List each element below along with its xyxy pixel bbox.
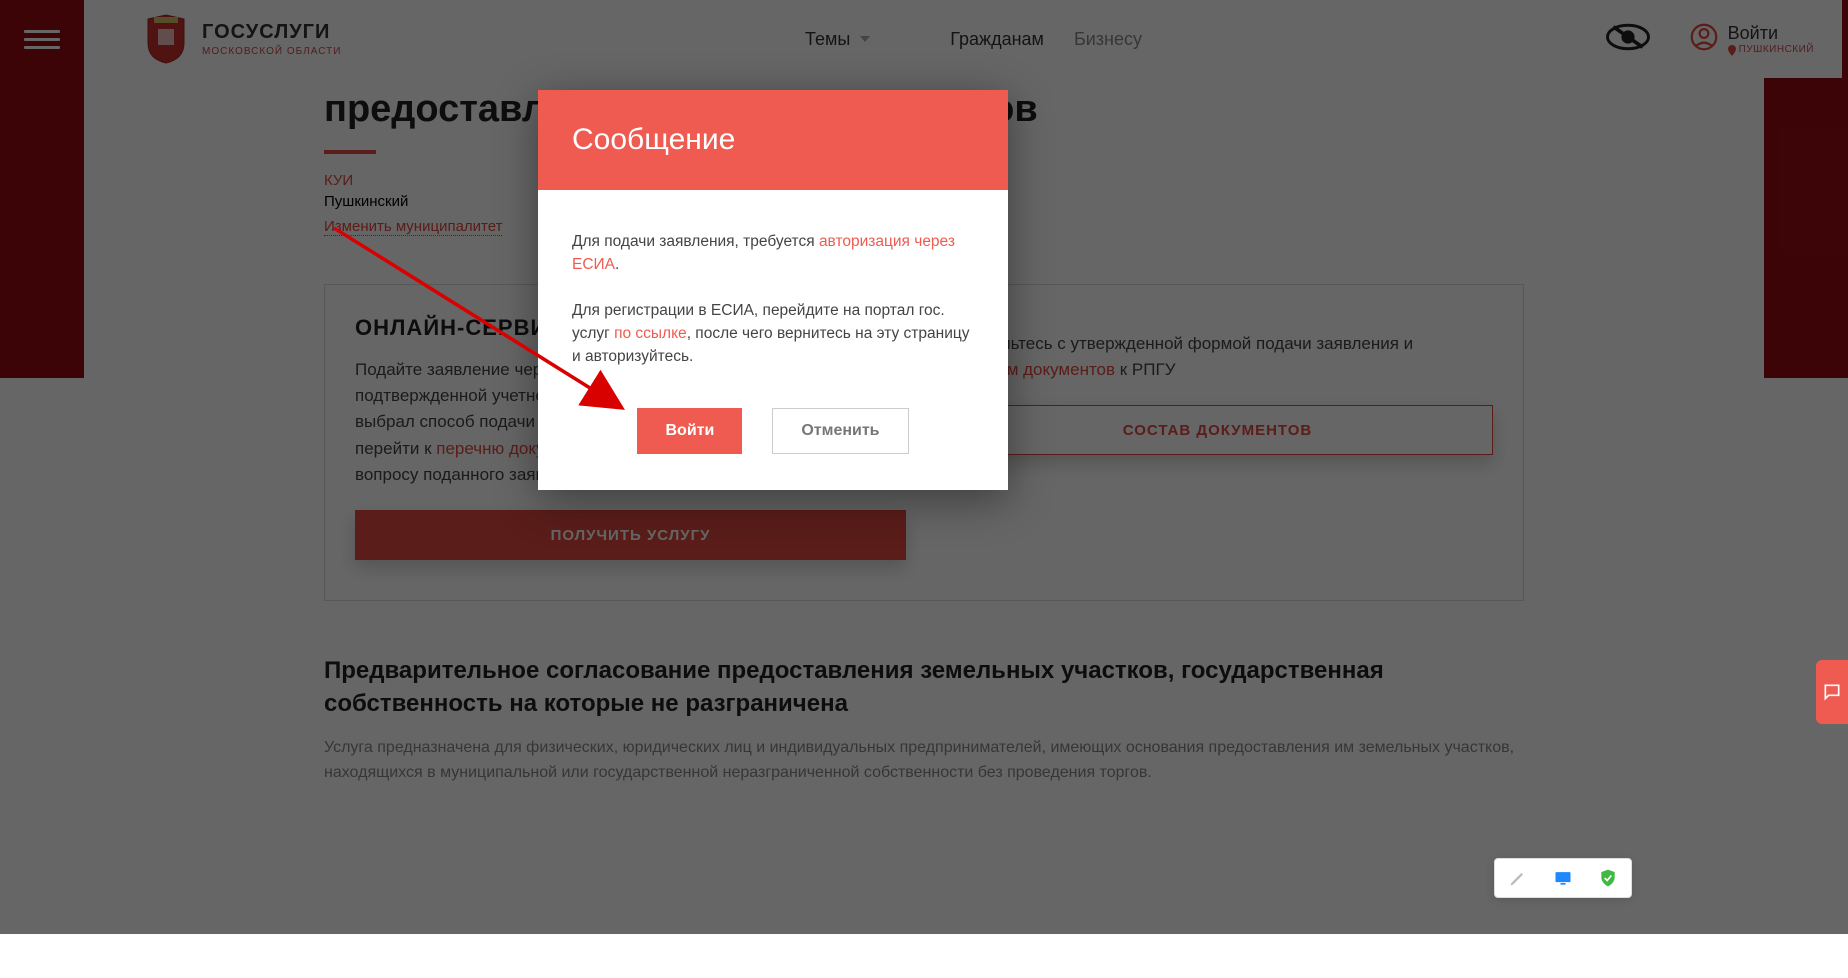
- tray-monitor-icon[interactable]: [1553, 868, 1573, 888]
- modal-cancel-button[interactable]: Отменить: [772, 408, 908, 454]
- modal-title: Сообщение: [538, 90, 1008, 190]
- extension-tray: [1494, 858, 1632, 898]
- modal-enter-button[interactable]: Войти: [637, 408, 742, 454]
- modal-body: Для подачи заявления, требуется авториза…: [538, 190, 1008, 378]
- side-chat-button[interactable]: [1816, 660, 1848, 724]
- auth-modal: Сообщение Для подачи заявления, требуетс…: [538, 90, 1008, 490]
- modal-esia-register-link[interactable]: по ссылке: [614, 325, 687, 342]
- chat-icon: [1822, 682, 1842, 702]
- tray-pen-icon[interactable]: [1508, 868, 1528, 888]
- tray-shield-icon[interactable]: [1598, 868, 1618, 888]
- modal-footer: Войти Отменить: [538, 378, 1008, 490]
